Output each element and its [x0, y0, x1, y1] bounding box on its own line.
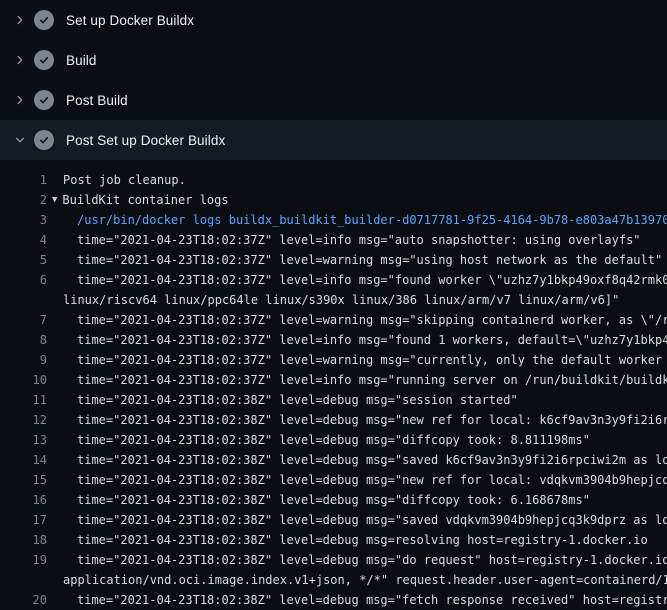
step-title: Set up Docker Buildx — [66, 13, 194, 28]
log-line: 9 time="2021-04-23T18:02:37Z" level=warn… — [0, 350, 667, 370]
step-header-post-set-up-docker-buildx[interactable]: Post Set up Docker Buildx — [0, 120, 667, 160]
log-line-text: BuildKit container logs — [62, 190, 228, 210]
log-line-number[interactable]: 4 — [0, 230, 47, 250]
log-line: 4 time="2021-04-23T18:02:37Z" level=info… — [0, 230, 667, 250]
check-circle-icon — [34, 50, 54, 70]
step-title: Build — [66, 53, 97, 68]
actions-log-viewer: Set up Docker Buildx Build Post Build — [0, 0, 667, 610]
log-line-text: time="2021-04-23T18:02:38Z" level=debug … — [77, 390, 518, 410]
log-line-number[interactable]: 6 — [0, 270, 47, 290]
log-line-number[interactable]: 16 — [0, 490, 47, 510]
log-line: 15 time="2021-04-23T18:02:38Z" level=deb… — [0, 470, 667, 490]
log-line-text: time="2021-04-23T18:02:38Z" level=debug … — [77, 490, 590, 510]
log-line-number[interactable]: 8 — [0, 330, 47, 350]
log-line-text: time="2021-04-23T18:02:37Z" level=info m… — [77, 230, 641, 250]
step-header-post-build[interactable]: Post Build — [0, 80, 667, 120]
log-line: 3 /usr/bin/docker logs buildx_buildkit_b… — [0, 210, 667, 230]
log-line-number[interactable]: 9 — [0, 350, 47, 370]
log-line-number[interactable]: 3 — [0, 210, 47, 230]
log-line-number[interactable]: 15 — [0, 470, 47, 490]
log-line-text: time="2021-04-23T18:02:37Z" level=warnin… — [77, 350, 667, 370]
log-line-text: linux/riscv64 linux/ppc64le linux/s390x … — [63, 290, 619, 310]
log-line: 17 time="2021-04-23T18:02:38Z" level=deb… — [0, 510, 667, 530]
log-line-text: /usr/bin/docker logs buildx_buildkit_bui… — [77, 210, 667, 230]
log-line-text: time="2021-04-23T18:02:38Z" level=debug … — [77, 550, 667, 570]
log-line-number[interactable]: 5 — [0, 250, 47, 270]
log-line-text: time="2021-04-23T18:02:37Z" level=warnin… — [77, 250, 662, 270]
log-line-text: time="2021-04-23T18:02:38Z" level=debug … — [77, 430, 590, 450]
log-line: 1 Post job cleanup. — [0, 170, 667, 190]
log-line-number[interactable]: 2 — [0, 190, 47, 210]
collapse-triangle-icon[interactable]: ▼ — [52, 190, 57, 210]
log-line: 5 time="2021-04-23T18:02:37Z" level=warn… — [0, 250, 667, 270]
log-line: 19 time="2021-04-23T18:02:38Z" level=deb… — [0, 550, 667, 570]
log-line: 6 time="2021-04-23T18:02:37Z" level=info… — [0, 270, 667, 290]
log-line-text: time="2021-04-23T18:02:37Z" level=warnin… — [77, 310, 667, 330]
chevron-right-icon[interactable] — [12, 52, 28, 68]
log-line-number[interactable]: 13 — [0, 430, 47, 450]
log-line-text: time="2021-04-23T18:02:37Z" level=info m… — [77, 330, 667, 350]
check-circle-icon — [34, 10, 54, 30]
log-output: 1 Post job cleanup. 2 ▼ BuildKit contain… — [0, 160, 667, 610]
step-header-build[interactable]: Build — [0, 40, 667, 80]
check-circle-icon — [34, 90, 54, 110]
log-line-text: time="2021-04-23T18:02:38Z" level=debug … — [77, 510, 667, 530]
log-line: 20 time="2021-04-23T18:02:38Z" level=deb… — [0, 590, 667, 610]
check-circle-icon — [34, 130, 54, 150]
log-line: 12 time="2021-04-23T18:02:38Z" level=deb… — [0, 410, 667, 430]
log-line: 11 time="2021-04-23T18:02:38Z" level=deb… — [0, 390, 667, 410]
log-line-number[interactable]: 17 — [0, 510, 47, 530]
log-line-number[interactable]: 12 — [0, 410, 47, 430]
log-line-number[interactable]: 7 — [0, 310, 47, 330]
log-line: application/vnd.oci.image.index.v1+json,… — [0, 570, 667, 590]
chevron-right-icon[interactable] — [12, 92, 28, 108]
log-line: 8 time="2021-04-23T18:02:37Z" level=info… — [0, 330, 667, 350]
log-line: 2 ▼ BuildKit container logs — [0, 190, 667, 210]
log-line-number[interactable]: 19 — [0, 550, 47, 570]
chevron-down-icon[interactable] — [12, 132, 28, 148]
log-line: 7 time="2021-04-23T18:02:37Z" level=warn… — [0, 310, 667, 330]
log-line-number[interactable]: 18 — [0, 530, 47, 550]
log-line-number[interactable]: 14 — [0, 450, 47, 470]
log-line-text: time="2021-04-23T18:02:38Z" level=debug … — [77, 590, 667, 610]
log-line-number[interactable]: 20 — [0, 590, 47, 610]
log-line: 16 time="2021-04-23T18:02:38Z" level=deb… — [0, 490, 667, 510]
steps-list: Set up Docker Buildx Build Post Build — [0, 0, 667, 160]
log-line-text: time="2021-04-23T18:02:37Z" level=info m… — [77, 270, 667, 290]
log-line: 13 time="2021-04-23T18:02:38Z" level=deb… — [0, 430, 667, 450]
chevron-right-icon[interactable] — [12, 12, 28, 28]
log-line: linux/riscv64 linux/ppc64le linux/s390x … — [0, 290, 667, 310]
log-line-text: time="2021-04-23T18:02:38Z" level=debug … — [77, 450, 667, 470]
log-line-text: time="2021-04-23T18:02:37Z" level=info m… — [77, 370, 667, 390]
log-line-text: application/vnd.oci.image.index.v1+json,… — [63, 570, 667, 590]
step-header-set-up-docker-buildx[interactable]: Set up Docker Buildx — [0, 0, 667, 40]
log-line-number[interactable]: 10 — [0, 370, 47, 390]
log-line: 14 time="2021-04-23T18:02:38Z" level=deb… — [0, 450, 667, 470]
log-line-text: Post job cleanup. — [63, 170, 186, 190]
step-title: Post Set up Docker Buildx — [66, 133, 225, 148]
log-line-text: time="2021-04-23T18:02:38Z" level=debug … — [77, 410, 667, 430]
log-line-number[interactable]: 11 — [0, 390, 47, 410]
log-line-text: time="2021-04-23T18:02:38Z" level=debug … — [77, 530, 648, 550]
log-line: 18 time="2021-04-23T18:02:38Z" level=deb… — [0, 530, 667, 550]
log-line: 10 time="2021-04-23T18:02:37Z" level=inf… — [0, 370, 667, 390]
log-line-number[interactable]: 1 — [0, 170, 47, 190]
log-line-text: time="2021-04-23T18:02:38Z" level=debug … — [77, 470, 667, 490]
step-title: Post Build — [66, 93, 128, 108]
